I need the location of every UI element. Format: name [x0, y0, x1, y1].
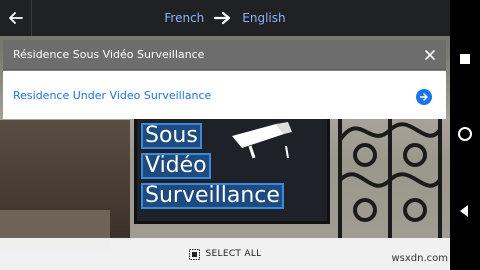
cctv-camera-drawing	[232, 122, 292, 159]
source-text[interactable]: Résidence Sous Vidéo Surveillance	[13, 48, 204, 61]
language-pair: French English	[0, 0, 450, 36]
close-icon	[425, 50, 435, 60]
detected-word-sous[interactable]: Sous	[141, 123, 202, 149]
arrow-right-icon[interactable]	[214, 11, 232, 25]
arrow-right-circle-icon	[419, 93, 428, 101]
source-text-panel: Résidence Sous Vidéo Surveillance	[3, 40, 446, 70]
arrow-left-icon	[8, 12, 23, 24]
select-all-icon[interactable]	[188, 248, 200, 260]
select-all-button[interactable]: SELECT ALL	[206, 249, 262, 259]
wrought-iron-gate	[338, 110, 442, 240]
language-toolbar: French English	[0, 0, 450, 36]
open-translation-button[interactable]	[416, 89, 432, 105]
target-language-button[interactable]: English	[242, 11, 285, 25]
circle-home-icon[interactable]	[457, 126, 473, 142]
detected-word-video[interactable]: Vidéo	[141, 153, 211, 179]
square-recents-icon[interactable]	[457, 51, 473, 67]
triangle-back-icon[interactable]	[457, 203, 473, 219]
system-navigation-bar	[450, 0, 480, 270]
translated-text[interactable]: Residence Under Video Surveillance	[13, 89, 211, 102]
translation-result-panel[interactable]: Residence Under Video Surveillance	[3, 71, 446, 119]
source-language-button[interactable]: French	[164, 11, 204, 25]
bottom-action-bar: SELECT ALL	[0, 238, 450, 270]
back-button[interactable]	[0, 0, 32, 36]
detected-word-surveillance[interactable]: Surveillance	[141, 183, 284, 209]
clear-button[interactable]	[422, 47, 438, 63]
watermark: wsxdn.com	[391, 253, 448, 264]
